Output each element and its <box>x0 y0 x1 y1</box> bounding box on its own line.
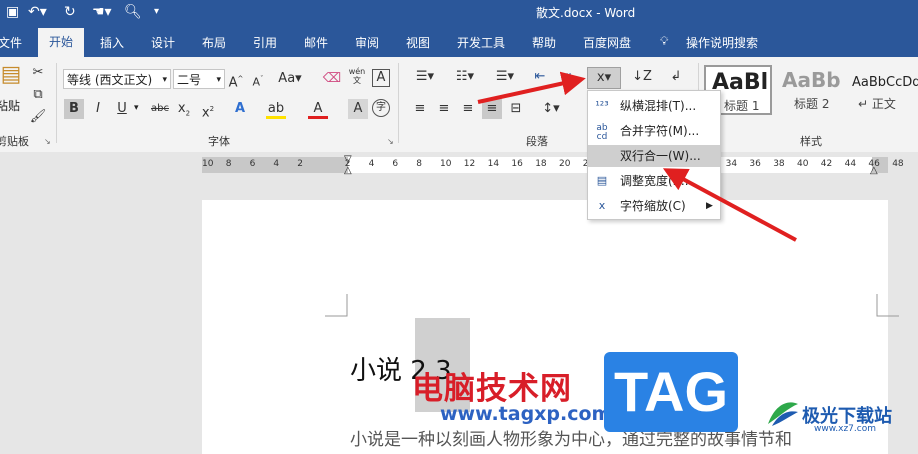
watermark-url: www.tagxp.com <box>440 403 612 425</box>
brand-logo: 极光下载站 www.xz7.com <box>766 392 916 436</box>
tag-logo: TAG <box>604 352 738 432</box>
aurora-icon <box>768 402 798 426</box>
brand-url: www.xz7.com <box>814 424 876 434</box>
arrow-to-asian-layout <box>477 71 586 104</box>
arrow-to-two-lines-in-one <box>662 168 797 242</box>
watermark-text: 电脑技术网 <box>412 371 572 407</box>
